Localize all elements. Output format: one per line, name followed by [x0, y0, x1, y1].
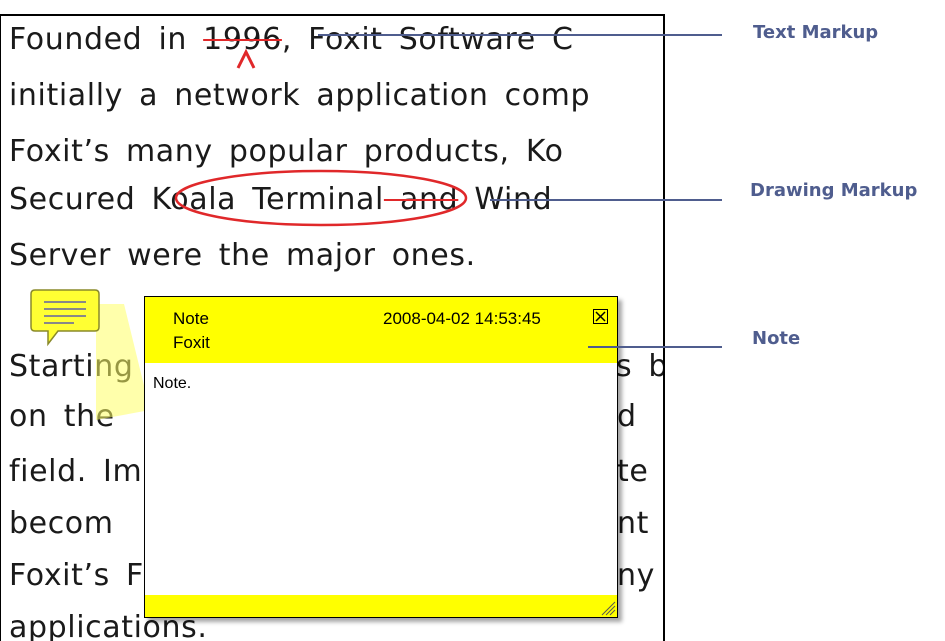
resize-grip-icon[interactable] — [600, 600, 616, 616]
speech-bubble-note-icon[interactable] — [30, 289, 100, 347]
note-callout: Note — [752, 328, 801, 349]
note-popup[interactable]: Note Foxit 2008-04-02 14:53:45 Note. — [144, 296, 618, 618]
insert-caret-icon[interactable] — [236, 48, 256, 69]
oval-markup[interactable] — [174, 169, 468, 227]
note-leader — [588, 346, 722, 348]
note-header[interactable]: Note Foxit 2008-04-02 14:53:45 — [145, 297, 617, 363]
note-timestamp: 2008-04-02 14:53:45 — [383, 309, 541, 328]
note-author: Foxit — [173, 333, 210, 352]
text-markup-leader — [318, 34, 722, 36]
note-footer — [145, 595, 617, 617]
note-connector — [96, 304, 150, 420]
note-body-text[interactable]: Note. — [153, 375, 191, 393]
note-title: Note — [173, 309, 209, 328]
drawing-markup-callout: Drawing Markup — [750, 180, 918, 201]
drawing-markup-leader — [490, 199, 722, 201]
close-box-icon[interactable] — [593, 309, 608, 324]
text-markup-callout: Text Markup — [753, 22, 879, 43]
